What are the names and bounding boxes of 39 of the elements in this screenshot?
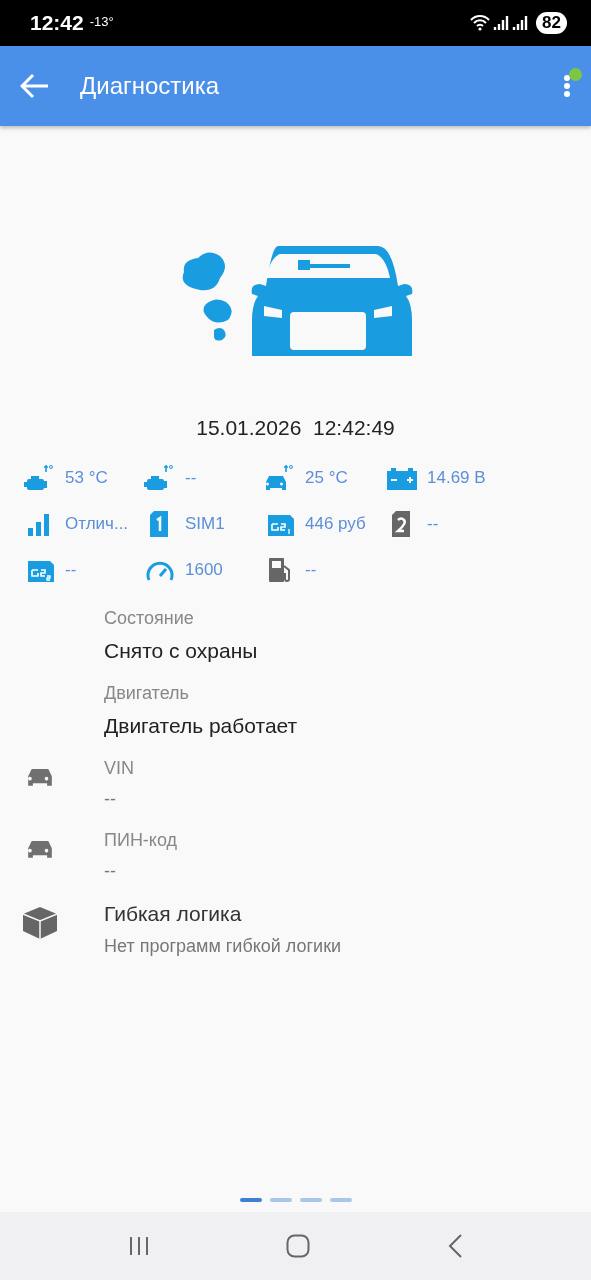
info-value: -- xyxy=(104,861,117,882)
battery-level: 82 xyxy=(536,12,567,34)
page-indicator[interactable] xyxy=(329,1198,352,1202)
sensor-value: 446 руб xyxy=(305,514,366,534)
info-label: VIN xyxy=(104,758,134,779)
info-label: Состояние xyxy=(104,608,195,629)
sensor-value: 53 °C xyxy=(65,468,108,488)
car-temperature-icon xyxy=(264,464,296,492)
info-label: ПИН-код xyxy=(104,830,178,851)
sensor-value: -- xyxy=(305,560,317,580)
sensor-value: -- xyxy=(185,468,197,488)
info-label: Гибкая логика xyxy=(104,902,243,926)
page-indicator[interactable] xyxy=(239,1198,262,1202)
cube-icon xyxy=(22,906,58,940)
home-button[interactable] xyxy=(286,1234,311,1258)
info-value: Снято с охраны xyxy=(104,639,258,663)
sensor-value: 14.69 В xyxy=(427,468,486,488)
back-button[interactable] xyxy=(20,73,50,99)
info-value: -- xyxy=(104,789,117,810)
timestamp: 15.01.2026 12:42:49 xyxy=(196,416,395,440)
sensor-value: -- xyxy=(65,560,77,580)
sensor-value: SIM1 xyxy=(185,514,225,534)
sensor-value: -- xyxy=(427,514,439,534)
info-label: Двигатель xyxy=(104,683,190,704)
menu-button[interactable] xyxy=(563,74,571,98)
screen-title: Диагностика xyxy=(80,72,220,100)
recent-apps-button[interactable] xyxy=(128,1236,151,1256)
info-value: Двигатель работает xyxy=(104,714,298,738)
temperature: -13° xyxy=(89,13,114,29)
engine-temperature-icon xyxy=(24,464,56,492)
clock: 12:42 xyxy=(30,11,84,35)
engine-temperature-icon xyxy=(144,464,176,492)
page-indicator[interactable] xyxy=(299,1198,322,1202)
page-indicator[interactable] xyxy=(269,1198,292,1202)
info-value: Нет программ гибкой логики xyxy=(104,936,342,957)
sensor-value: 25 °C xyxy=(305,468,348,488)
back-nav-button[interactable] xyxy=(446,1234,463,1258)
sensor-value: Отлич... xyxy=(65,514,129,534)
sensor-value: 1600 xyxy=(185,560,223,580)
